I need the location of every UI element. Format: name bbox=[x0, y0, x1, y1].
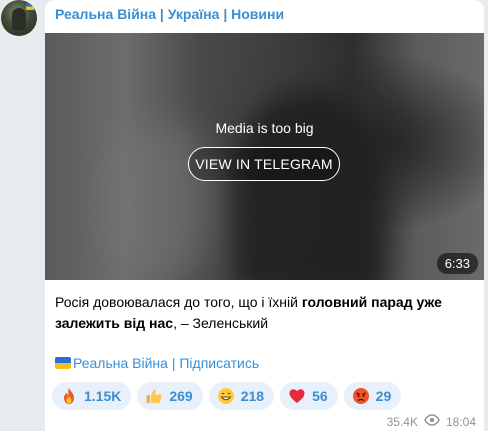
heart-icon bbox=[288, 387, 306, 405]
reaction-count: 56 bbox=[312, 388, 328, 404]
reaction-count: 1.15K bbox=[84, 388, 122, 404]
reaction-count: 29 bbox=[375, 388, 392, 404]
subscribe-link[interactable]: Реальна Війна | Підписатись bbox=[55, 355, 259, 371]
reaction-heart[interactable]: 56 bbox=[280, 382, 338, 410]
ukraine-flag-icon bbox=[55, 357, 71, 369]
thumbs-up-icon bbox=[145, 387, 163, 405]
reaction-angry[interactable]: 29 bbox=[343, 382, 402, 410]
reaction-grinning[interactable]: 218 bbox=[208, 382, 275, 410]
view-in-telegram-button[interactable]: VIEW IN TELEGRAM bbox=[188, 147, 340, 181]
reactions-bar: 1.15K 269 218 56 29 bbox=[52, 382, 402, 410]
blurred-background bbox=[105, 123, 215, 280]
reaction-fire[interactable]: 1.15K bbox=[52, 382, 132, 410]
views-count: 35.4K bbox=[386, 414, 418, 429]
eye-icon bbox=[424, 414, 440, 429]
subscribe-link-label: Реальна Війна | Підписатись bbox=[73, 355, 260, 371]
fire-icon bbox=[60, 387, 78, 405]
reaction-count: 269 bbox=[169, 388, 193, 404]
message-text-part2: , – Зеленський bbox=[173, 315, 269, 331]
avatar-figure bbox=[12, 8, 26, 30]
video-duration: 6:33 bbox=[436, 253, 478, 274]
media-notice: Media is too big bbox=[215, 120, 314, 136]
video-preview[interactable]: Media is too big VIEW IN TELEGRAM 6:33 bbox=[45, 33, 484, 280]
channel-name[interactable]: Реальна Війна | Україна | Новини bbox=[55, 6, 284, 22]
angry-face-icon bbox=[352, 387, 370, 405]
grinning-face-icon bbox=[217, 387, 235, 405]
channel-avatar[interactable] bbox=[1, 0, 37, 36]
message-time: 18:04 bbox=[445, 414, 476, 429]
message-meta: 35.4K 18:04 bbox=[387, 414, 476, 429]
message-text-part1: Росія довоювалася до того, що і їхній bbox=[55, 294, 302, 310]
reaction-thumbs-up[interactable]: 269 bbox=[137, 382, 203, 410]
message-bubble: Реальна Війна | Україна | Новини Media i… bbox=[45, 0, 484, 431]
ukraine-flag-icon bbox=[26, 3, 34, 10]
message-text: Росія довоювалася до того, що і їхній го… bbox=[55, 292, 475, 334]
reaction-count: 218 bbox=[240, 388, 265, 404]
